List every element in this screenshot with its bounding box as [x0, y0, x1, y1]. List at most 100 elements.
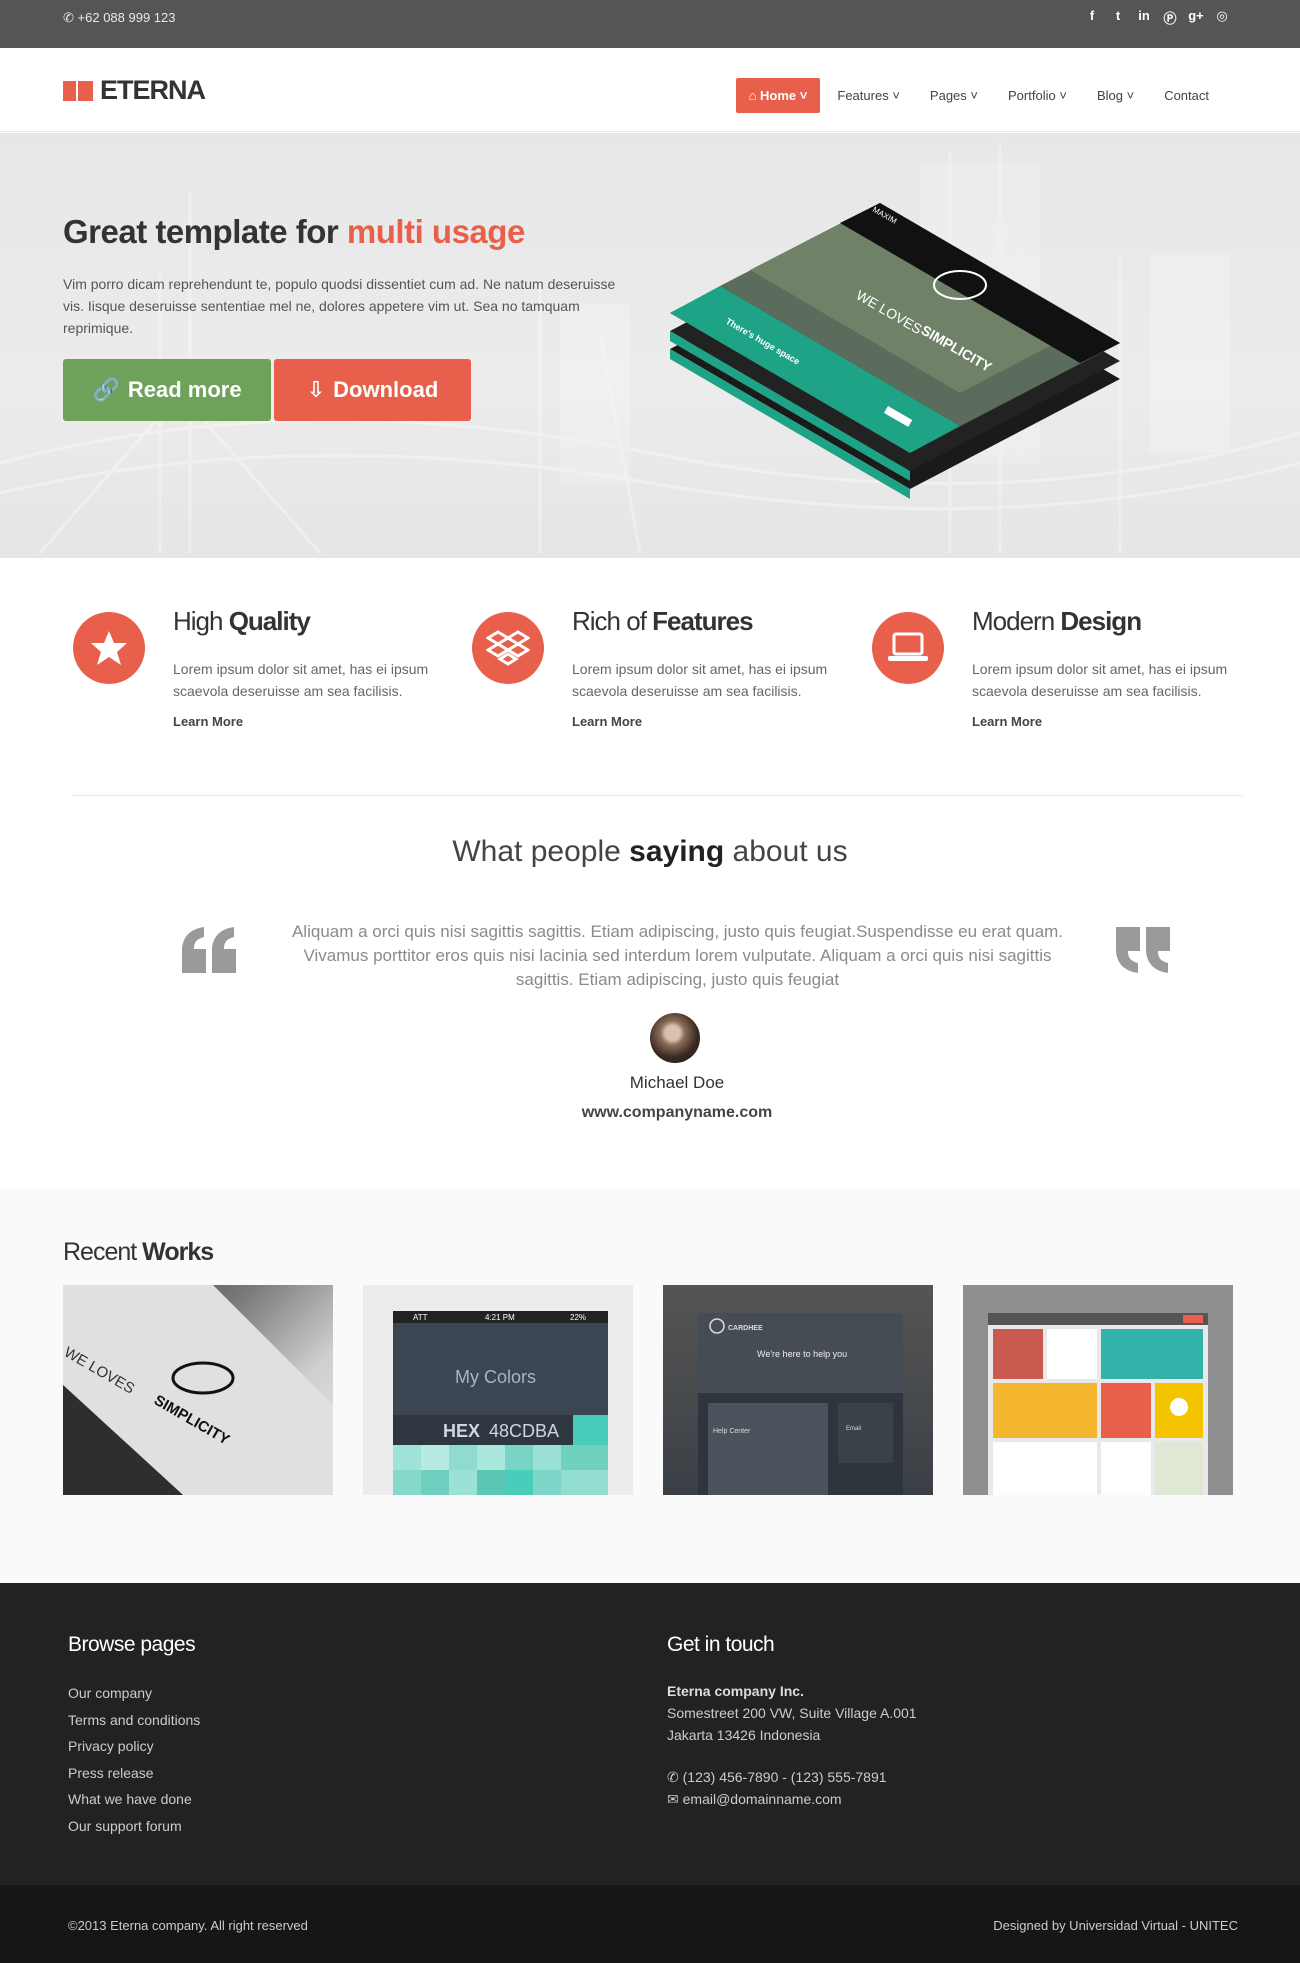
nav-contact[interactable]: Contact — [1151, 78, 1222, 113]
site-footer: Browse pages Our company Terms and condi… — [0, 1583, 1300, 1885]
copyright: ©2013 Eterna company. All right reserved — [68, 1918, 308, 1933]
get-in-touch-title: Get in touch — [667, 1633, 775, 1656]
twitter-icon[interactable]: t — [1110, 8, 1126, 27]
learn-more-link[interactable]: Learn More — [972, 714, 1042, 729]
work-1-image: WE LOVES SIMPLICITY — [63, 1285, 333, 1495]
testimonial-url[interactable]: www.companyname.com — [0, 1104, 1300, 1122]
work-2-title: My Colors — [455, 1367, 536, 1387]
work-thumbnail-2[interactable]: ATT 4:21 PM 22% My Colors HEX 48CDBA — [363, 1285, 633, 1495]
nav-features[interactable]: Features ˅ — [824, 78, 913, 113]
contact-email[interactable]: email@domainname.com — [683, 1791, 842, 1807]
star-icon — [91, 631, 127, 665]
hero-title: Great template for multi usage — [63, 213, 525, 250]
feature-icon-circle — [872, 612, 944, 684]
linkedin-icon[interactable]: in — [1136, 8, 1152, 27]
contact-phone: (123) 456-7890 - (123) 555-7891 — [682, 1769, 887, 1785]
google-plus-icon[interactable]: g+ — [1188, 8, 1204, 27]
social-links: f t in Ⓟ g+ ◎ — [1084, 8, 1230, 27]
hero-section: Great template for multi usage Vim porro… — [0, 133, 1300, 558]
feature-title: Rich of Features — [572, 606, 754, 636]
home-icon: ⌂ — [748, 88, 757, 103]
topbar-phone-number: +62 088 999 123 — [77, 10, 176, 25]
testimonial-name: Michael Doe — [629, 1073, 725, 1092]
topbar-phone: ✆ +62 088 999 123 — [63, 10, 176, 26]
recent-works-title: Recent Works — [63, 1238, 214, 1266]
quote-open-icon — [182, 927, 236, 973]
testimonial-text: Aliquam a orci quis nisi sagittis sagitt… — [291, 922, 1064, 989]
work-2-hex-value: 48CDBA — [489, 1421, 559, 1441]
work-3-hero-text: We're here to help you — [757, 1349, 847, 1359]
work-3-email: Email — [846, 1426, 861, 1432]
logo-mark — [63, 80, 93, 101]
section-divider — [73, 795, 1243, 796]
company-name: Eterna company Inc. — [667, 1683, 804, 1699]
recent-works-section: Recent Works WE LOVES SIMPLICITY ATT 4:2… — [0, 1188, 1300, 1583]
testimonial-title: What people saying about us — [452, 835, 848, 868]
work-thumbnail-1[interactable]: WE LOVES SIMPLICITY — [63, 1285, 333, 1495]
download-button[interactable]: ⇩ Download — [274, 359, 471, 421]
browse-pages-title: Browse pages — [68, 1633, 196, 1656]
work-2-carrier: ATT — [413, 1313, 428, 1322]
bottom-bar: ©2013 Eterna company. All right reserved… — [0, 1885, 1300, 1963]
footer-link[interactable]: Privacy policy — [68, 1733, 200, 1760]
download-icon: ⇩ — [306, 377, 326, 402]
footer-link[interactable]: Press release — [68, 1760, 200, 1787]
laptop-icon — [888, 632, 928, 661]
feature-description: Lorem ipsum dolor sit amet, has ei ipsum… — [572, 661, 828, 699]
logo-text: ETERNA — [100, 75, 206, 105]
chevron-down-icon: ˅ — [892, 88, 900, 103]
nav-portfolio[interactable]: Portfolio ˅ — [995, 78, 1080, 113]
chevron-down-icon: ˅ — [1059, 88, 1067, 103]
work-2-battery: 22% — [570, 1313, 586, 1322]
facebook-icon[interactable]: f — [1084, 8, 1100, 27]
work-2-image: ATT 4:21 PM 22% My Colors HEX 48CDBA — [393, 1311, 608, 1495]
footer-link[interactable]: Terms and conditions — [68, 1707, 200, 1734]
work-3-help-center: Help Center — [713, 1428, 751, 1435]
avatar — [650, 1013, 700, 1063]
top-bar: ✆ +62 088 999 123 f t in Ⓟ g+ ◎ — [0, 0, 1300, 48]
learn-more-link[interactable]: Learn More — [173, 714, 243, 729]
address-line-2: Jakarta 13426 Indonesia — [667, 1727, 821, 1743]
logo[interactable]: ETERNA — [63, 75, 206, 106]
feature-description: Lorem ipsum dolor sit amet, has ei ipsum… — [173, 661, 429, 699]
site-header: ETERNA ⌂ Home ˅ Features ˅ Pages ˅ Portf… — [0, 48, 1300, 132]
footer-link[interactable]: Our company — [68, 1680, 200, 1707]
address-line-1: Somestreet 200 VW, Suite Village A.001 — [667, 1705, 917, 1721]
read-more-button[interactable]: 🔗 Read more — [63, 359, 271, 421]
work-3-image: CARDHEE We're here to help you Help Cent… — [698, 1313, 903, 1495]
feature-title: Modern Design — [972, 606, 1142, 636]
work-thumbnail-4[interactable] — [963, 1285, 1233, 1495]
envelope-icon: ✉ — [667, 1791, 679, 1807]
work-2-time: 4:21 PM — [485, 1313, 515, 1322]
dribbble-icon[interactable]: ◎ — [1214, 8, 1230, 27]
feature-title: High Quality — [173, 606, 311, 636]
work-thumbnail-3[interactable]: CARDHEE We're here to help you Help Cent… — [663, 1285, 933, 1495]
nav-home[interactable]: ⌂ Home ˅ — [735, 78, 821, 113]
pinterest-icon[interactable]: Ⓟ — [1162, 8, 1178, 27]
feature-description: Lorem ipsum dolor sit amet, has ei ipsum… — [972, 661, 1228, 699]
phone-icon: ✆ — [63, 10, 74, 25]
chevron-down-icon: ˅ — [1126, 88, 1135, 103]
features-section: High Quality Lorem ipsum dolor sit amet,… — [0, 558, 1300, 798]
nav-pages[interactable]: Pages ˅ — [917, 78, 991, 113]
hero-mockup-stack: MAXIM WE LOVES SIMPLICITY There's huge s… — [670, 203, 1120, 499]
feature-icon-circle — [472, 612, 544, 684]
link-icon: 🔗 — [92, 377, 120, 402]
footer-link[interactable]: Our support forum — [68, 1813, 200, 1840]
phone-icon: ✆ — [667, 1769, 679, 1785]
footer-link[interactable]: What we have done — [68, 1786, 200, 1813]
nav-blog[interactable]: Blog ˅ — [1084, 78, 1147, 113]
hero-text: Vim porro dicam reprehendunt te, populo … — [63, 276, 616, 336]
quote-close-icon — [1116, 927, 1170, 973]
work-3-brand: CARDHEE — [728, 1325, 763, 1332]
main-nav: ⌂ Home ˅ Features ˅ Pages ˅ Portfolio ˅ … — [735, 78, 1222, 113]
contact-info: Eterna company Inc. Somestreet 200 VW, S… — [667, 1680, 917, 1810]
work-4-image — [988, 1313, 1208, 1495]
feature-icon-circle — [73, 612, 145, 684]
design-credit: Designed by Universidad Virtual - UNITEC — [993, 1918, 1238, 1933]
dropbox-icon — [486, 630, 530, 666]
work-2-hex-label: HEX — [443, 1421, 480, 1441]
chevron-down-icon: ˅ — [799, 88, 808, 103]
footer-links: Our company Terms and conditions Privacy… — [68, 1680, 200, 1839]
learn-more-link[interactable]: Learn More — [572, 714, 642, 729]
